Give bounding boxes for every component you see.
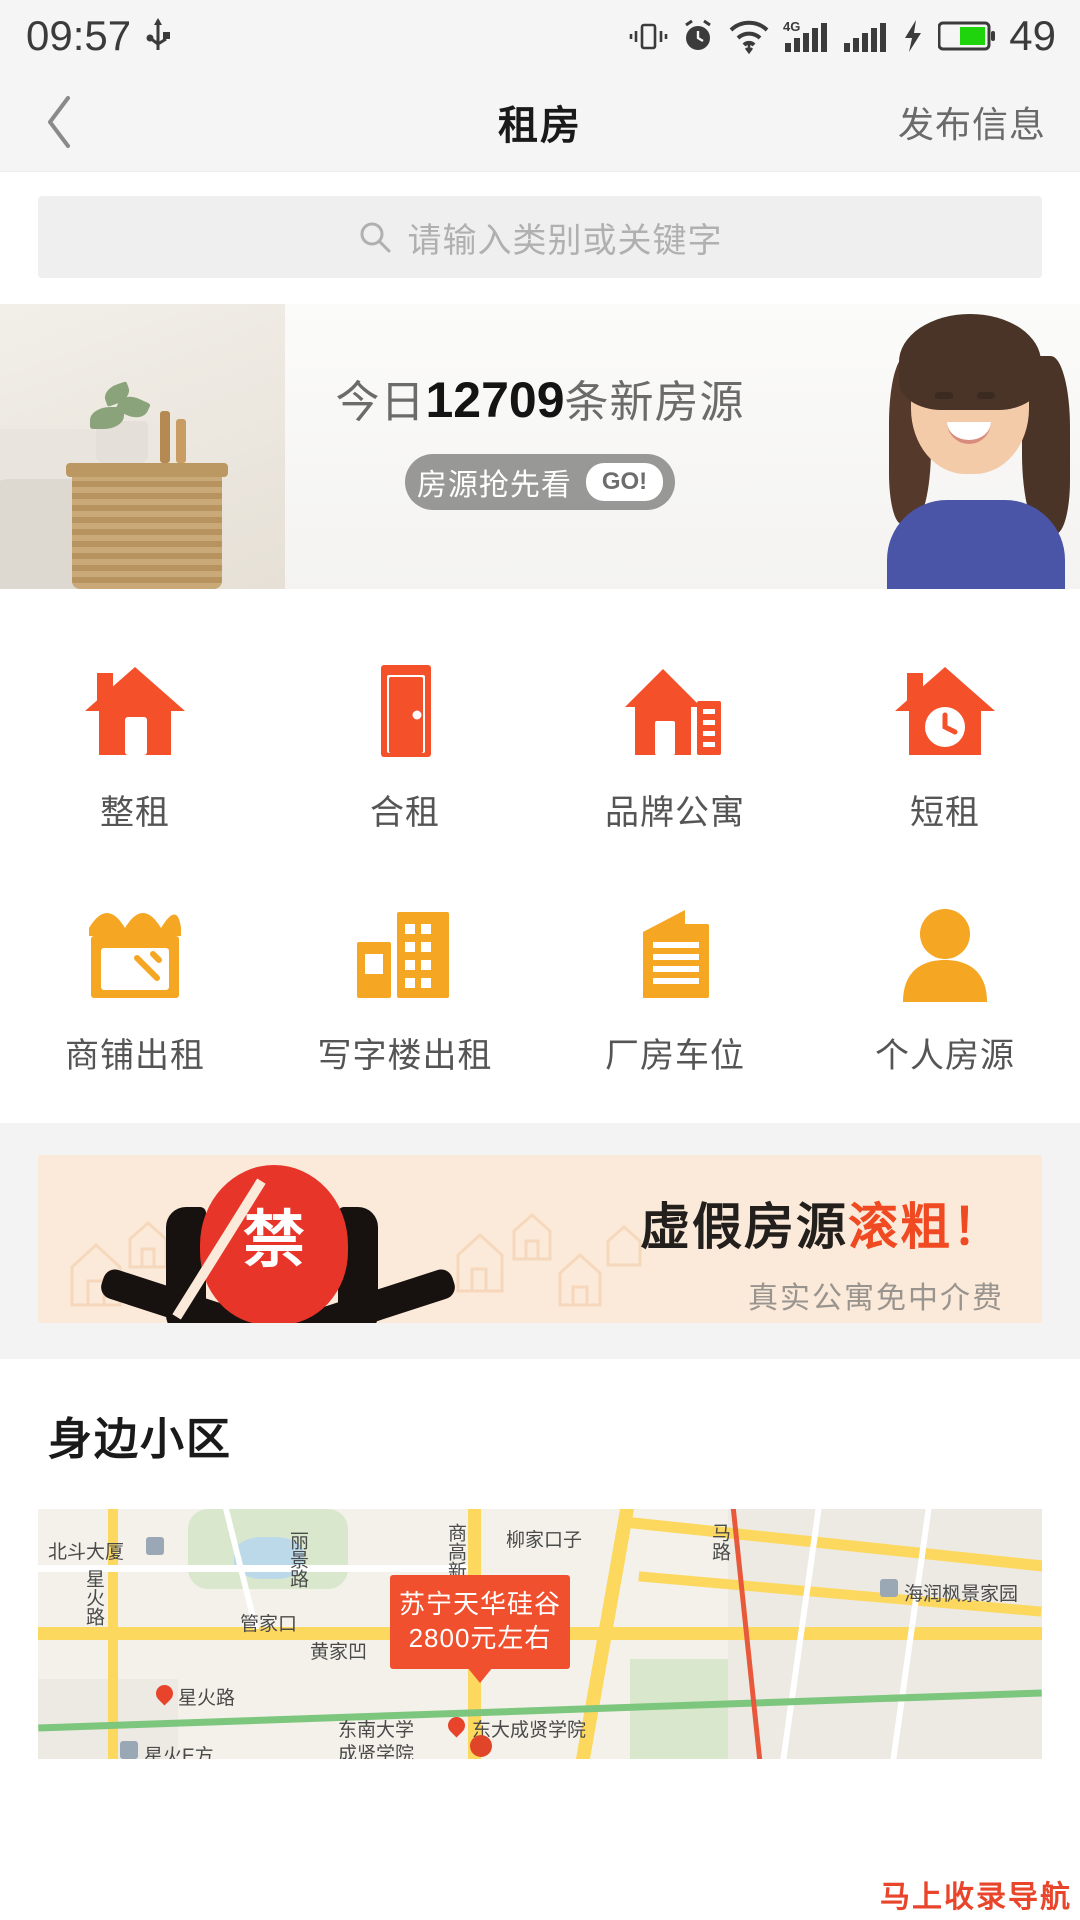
category-label: 商铺出租	[65, 1037, 205, 1075]
tooltip-arrow	[467, 1667, 493, 1683]
house-clock-icon	[889, 645, 1001, 763]
shop-icon	[79, 888, 191, 1006]
tooltip-name: 苏宁天华硅谷	[398, 1589, 561, 1619]
wifi-icon	[729, 20, 769, 54]
map-label: 柳家口子	[506, 1530, 583, 1551]
usb-icon	[146, 18, 171, 50]
category-item-shop-rent[interactable]: 商铺出租	[0, 888, 270, 1077]
ad-headline-dark: 虚假房源	[640, 1199, 848, 1255]
poi-marker	[146, 1537, 164, 1555]
selected-location-dot	[470, 1735, 492, 1757]
map-label: 丽景路	[287, 1531, 308, 1588]
category-label: 短租	[910, 794, 980, 832]
search-placeholder: 请输入类别或关键字	[407, 221, 723, 260]
apartment-house-icon	[619, 645, 731, 763]
signal-icon	[844, 23, 887, 52]
ad-text-block: 虚假房源滚粗！ 真实公寓免中介费	[640, 1187, 1004, 1317]
category-label: 写字楼出租	[317, 1037, 493, 1075]
alarm-icon	[685, 19, 712, 50]
map-label: 星火E方	[144, 1746, 214, 1759]
map-label: 黄家凹	[310, 1642, 368, 1663]
back-button[interactable]	[0, 72, 120, 171]
price-tooltip[interactable]: 苏宁天华硅谷 2800元左右	[390, 1575, 570, 1683]
office-building-icon	[349, 888, 461, 1006]
publish-info-button[interactable]: 发布信息	[898, 96, 1046, 148]
hero-cta-go: GO!	[585, 463, 664, 501]
hero-person-photo	[865, 304, 1080, 589]
map-label: 成贤学院	[338, 1744, 415, 1759]
nearby-map[interactable]: 北斗大厦 星火路 黄家凹 星火路 东南大学 成贤学院 星火E方 管家口 柳家口子…	[38, 1509, 1042, 1759]
category-item-brand-apartment[interactable]: 品牌公寓	[540, 645, 810, 834]
category-label: 整租	[100, 794, 170, 832]
map-label: 管家口	[240, 1614, 298, 1635]
category-item-hezu[interactable]: 合租	[270, 645, 540, 834]
category-item-factory-parking[interactable]: 厂房车位	[540, 888, 810, 1077]
hero-prefix: 今日	[335, 378, 426, 427]
ad-headline-accent: 滚粗！	[848, 1199, 1004, 1255]
category-grid: 整租 合租 品牌公寓 短租 商铺出租 写字楼出租 厂房车位 个人房源	[0, 589, 1080, 1123]
status-time: 09:57	[26, 12, 132, 59]
door-icon	[349, 645, 461, 763]
category-item-office-rent[interactable]: 写字楼出租	[270, 888, 540, 1077]
ad-section: 禁 虚假房源滚粗！ 真实公寓免中介费	[0, 1123, 1080, 1359]
hero-suffix: 条新房源	[564, 378, 745, 427]
battery-icon	[938, 21, 996, 51]
charging-bolt-icon	[905, 20, 922, 52]
map-label: 星火路	[83, 1569, 104, 1626]
watermark: 马上收录导航	[880, 1881, 1072, 1914]
battery-percent: 49	[1009, 12, 1056, 59]
category-label: 合租	[370, 794, 440, 832]
ad-headline: 虚假房源滚粗！	[640, 1187, 1004, 1259]
house-icon	[79, 645, 191, 763]
factory-icon	[619, 888, 731, 1006]
nav-bar: 租房 发布信息	[0, 72, 1080, 172]
vibrate-icon	[629, 23, 668, 50]
search-section: 请输入类别或关键字	[0, 172, 1080, 304]
map-label: 马路	[709, 1523, 730, 1561]
nearby-section: 身边小区 北斗大厦 星火路 黄家凹 星火路 东南大学 成贤学院 星火E方 管家口…	[0, 1359, 1080, 1759]
eye-right	[977, 392, 995, 399]
status-bar: 09:57 4G 49	[0, 0, 1080, 72]
anti-fake-listing-ad[interactable]: 禁 虚假房源滚粗！ 真实公寓免中介费	[38, 1155, 1042, 1323]
chevron-left-icon	[48, 95, 70, 148]
category-item-duanzu[interactable]: 短租	[810, 645, 1080, 834]
nearby-title: 身边小区	[48, 1415, 232, 1464]
hero-count: 12709	[425, 372, 565, 428]
category-label: 品牌公寓	[605, 794, 745, 832]
hero-cta-label: 房源抢先看	[416, 469, 572, 502]
svg-text:4G: 4G	[783, 19, 800, 34]
hair-top	[899, 314, 1041, 410]
ad-subtitle: 真实公寓免中介费	[748, 1282, 1004, 1315]
hero-cta-button[interactable]: 房源抢先看 GO!	[405, 454, 675, 510]
category-label: 厂房车位	[605, 1037, 745, 1075]
search-input[interactable]: 请输入类别或关键字	[38, 196, 1042, 278]
map-label: 北斗大厦	[48, 1542, 125, 1563]
hero-banner[interactable]: 今日12709条新房源 房源抢先看 GO!	[0, 304, 1080, 589]
status-bar-right: 4G 49	[628, 0, 1056, 72]
category-item-zhengzu[interactable]: 整租	[0, 645, 270, 834]
signal-4g-icon: 4G	[783, 19, 828, 52]
map-label: 海润枫景家园	[904, 1584, 1019, 1605]
search-icon	[360, 222, 390, 253]
map-label: 东南大学	[338, 1720, 415, 1741]
tooltip-price: 2800元左右	[408, 1623, 552, 1653]
poi-marker	[880, 1579, 898, 1597]
eye-left	[935, 392, 953, 399]
torso	[887, 500, 1065, 589]
map-label: 星火路	[178, 1688, 236, 1709]
poi-marker	[120, 1741, 138, 1759]
person-icon	[889, 888, 1001, 1006]
category-label: 个人房源	[875, 1037, 1015, 1075]
status-bar-left: 09:57	[26, 12, 171, 60]
category-item-personal-listing[interactable]: 个人房源	[810, 888, 1080, 1077]
